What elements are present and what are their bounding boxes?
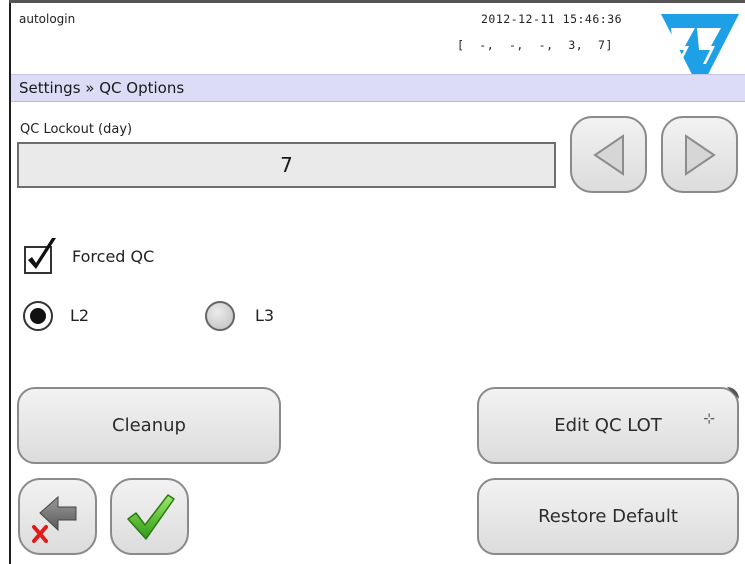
- window-top-border: [9, 0, 745, 3]
- cleanup-button[interactable]: Cleanup: [17, 387, 281, 464]
- radio-l2-label: L2: [70, 306, 90, 325]
- qc-lockout-value: 7: [280, 153, 293, 177]
- radio-l3-label: L3: [255, 306, 275, 325]
- right-triangle-icon: [684, 133, 716, 176]
- green-checkmark-icon: [126, 493, 175, 540]
- breadcrumb: Settings » QC Options: [19, 79, 185, 97]
- decrement-button[interactable]: [570, 116, 647, 193]
- clock-display: 2012-12-11 15:46:36: [481, 12, 623, 26]
- edit-qc-lot-button[interactable]: Edit QC LOT ⊹: [477, 387, 739, 464]
- radio-l3[interactable]: [205, 301, 235, 331]
- radio-l2[interactable]: [23, 301, 53, 331]
- edit-qc-lot-label: Edit QC LOT: [554, 415, 662, 436]
- restore-default-label: Restore Default: [538, 506, 678, 527]
- forced-qc-checkbox[interactable]: [22, 236, 62, 276]
- radio-dot: [30, 308, 46, 324]
- back-cancel-button[interactable]: [18, 478, 97, 555]
- increment-button[interactable]: [661, 116, 738, 193]
- breadcrumb-bar: Settings » QC Options: [11, 74, 745, 102]
- cleanup-label: Cleanup: [112, 415, 186, 436]
- checkmark-icon: [28, 238, 56, 269]
- current-user: autologin: [19, 12, 76, 26]
- qc-lockout-label: QC Lockout (day): [20, 122, 133, 137]
- status-indicators: [ -, -, -, 3, 7]: [457, 38, 613, 52]
- back-arrow-cancel-icon: [31, 495, 76, 543]
- forced-qc-label: Forced QC: [72, 247, 155, 266]
- left-triangle-icon: [592, 133, 624, 176]
- restore-default-button[interactable]: Restore Default: [477, 478, 739, 555]
- qc-lockout-value-field[interactable]: 7: [17, 142, 556, 188]
- confirm-button[interactable]: [110, 478, 189, 555]
- corner-indicator: [727, 387, 739, 399]
- sparkle-icon: ⊹: [703, 411, 715, 427]
